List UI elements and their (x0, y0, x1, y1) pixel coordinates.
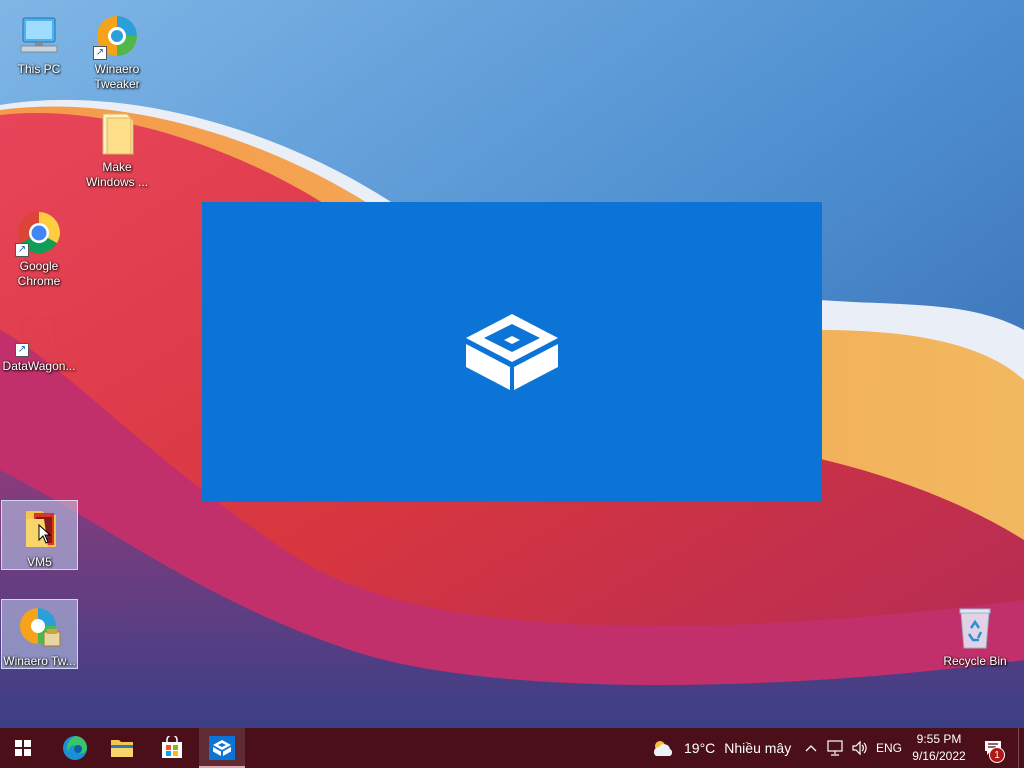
recycle-bin-icon (951, 604, 999, 652)
shortcut-arrow-icon: ↗ (15, 343, 29, 357)
network-button[interactable] (825, 728, 845, 768)
speaker-icon (852, 740, 867, 756)
show-desktop-button[interactable] (1018, 728, 1024, 768)
desktop-icon-label: Google Chrome (17, 259, 61, 288)
desktop-icon-label: DataWagon... (2, 359, 76, 373)
network-icon (827, 740, 843, 756)
start-button[interactable] (0, 728, 46, 768)
mouse-cursor-icon (38, 524, 52, 544)
desktop-icon-winaero-tweaker[interactable]: ↗ Winaero Tweaker (78, 8, 156, 91)
volume-button[interactable] (849, 728, 871, 768)
clock-time: 9:55 PM (916, 732, 962, 746)
desktop-icon-datawagon[interactable]: ↗ DataWagon... (0, 305, 78, 373)
edge-icon (63, 736, 87, 760)
desktop-icon-this-pc[interactable]: This PC (0, 8, 78, 80)
desktop-icon-make-windows[interactable]: Make Windows ... (78, 106, 156, 189)
edge-button[interactable] (52, 728, 98, 768)
taskbar: 19°C Nhiều mây ENG 9:55 PM 9/16/2022 (0, 728, 1024, 768)
desktop-icon-recycle-bin[interactable]: Recycle Bin (936, 600, 1014, 670)
computer-icon (15, 12, 63, 60)
weather-widget[interactable]: 19°C Nhiều mây (650, 728, 791, 768)
file-explorer-button[interactable] (99, 728, 145, 768)
desktop-icon-label: This PC (17, 62, 61, 76)
show-hidden-icons-button[interactable] (803, 728, 819, 768)
winaero-icon: ↗ (93, 12, 141, 60)
desktop-icon-google-chrome[interactable]: ↗ Google Chrome (0, 205, 78, 288)
partly-cloudy-icon (654, 741, 673, 756)
folder-icon (111, 740, 133, 757)
store-icon (162, 736, 182, 758)
sandbox-button[interactable] (199, 728, 245, 768)
weather-temperature: 19°C (684, 740, 716, 756)
chevron-up-icon (805, 745, 817, 752)
shortcut-arrow-icon: ↗ (93, 46, 107, 60)
desktop-icon-label: VM5 (27, 555, 52, 569)
desktop-icon-label: Make Windows ... (85, 160, 148, 189)
sandbox-box-icon (466, 314, 558, 390)
winaero-installer-icon (16, 604, 64, 652)
chrome-icon: ↗ (15, 209, 63, 257)
sandbox-splash-window[interactable] (202, 202, 822, 502)
store-button[interactable] (149, 728, 195, 768)
weather-condition: Nhiều mây (724, 740, 792, 756)
taskbar-clock[interactable]: 9:55 PM 9/16/2022 (896, 731, 982, 765)
desktop-icon-label: Winaero Tw... (3, 654, 76, 668)
desktop-icon-label: Recycle Bin (943, 654, 1007, 668)
folder-icon (93, 110, 141, 158)
desktop-icon-winaero-installer[interactable]: Winaero Tw... (1, 599, 78, 669)
clock-date: 9/16/2022 (912, 749, 966, 763)
sandbox-icon (209, 736, 235, 760)
windows-logo-icon (15, 740, 31, 756)
desktop-icon-label: Winaero Tweaker (94, 62, 140, 91)
shortcut-arrow-icon: ↗ (15, 243, 29, 257)
notification-count-badge: 1 (989, 747, 1005, 763)
datawagon-icon: ↗ (15, 309, 63, 357)
